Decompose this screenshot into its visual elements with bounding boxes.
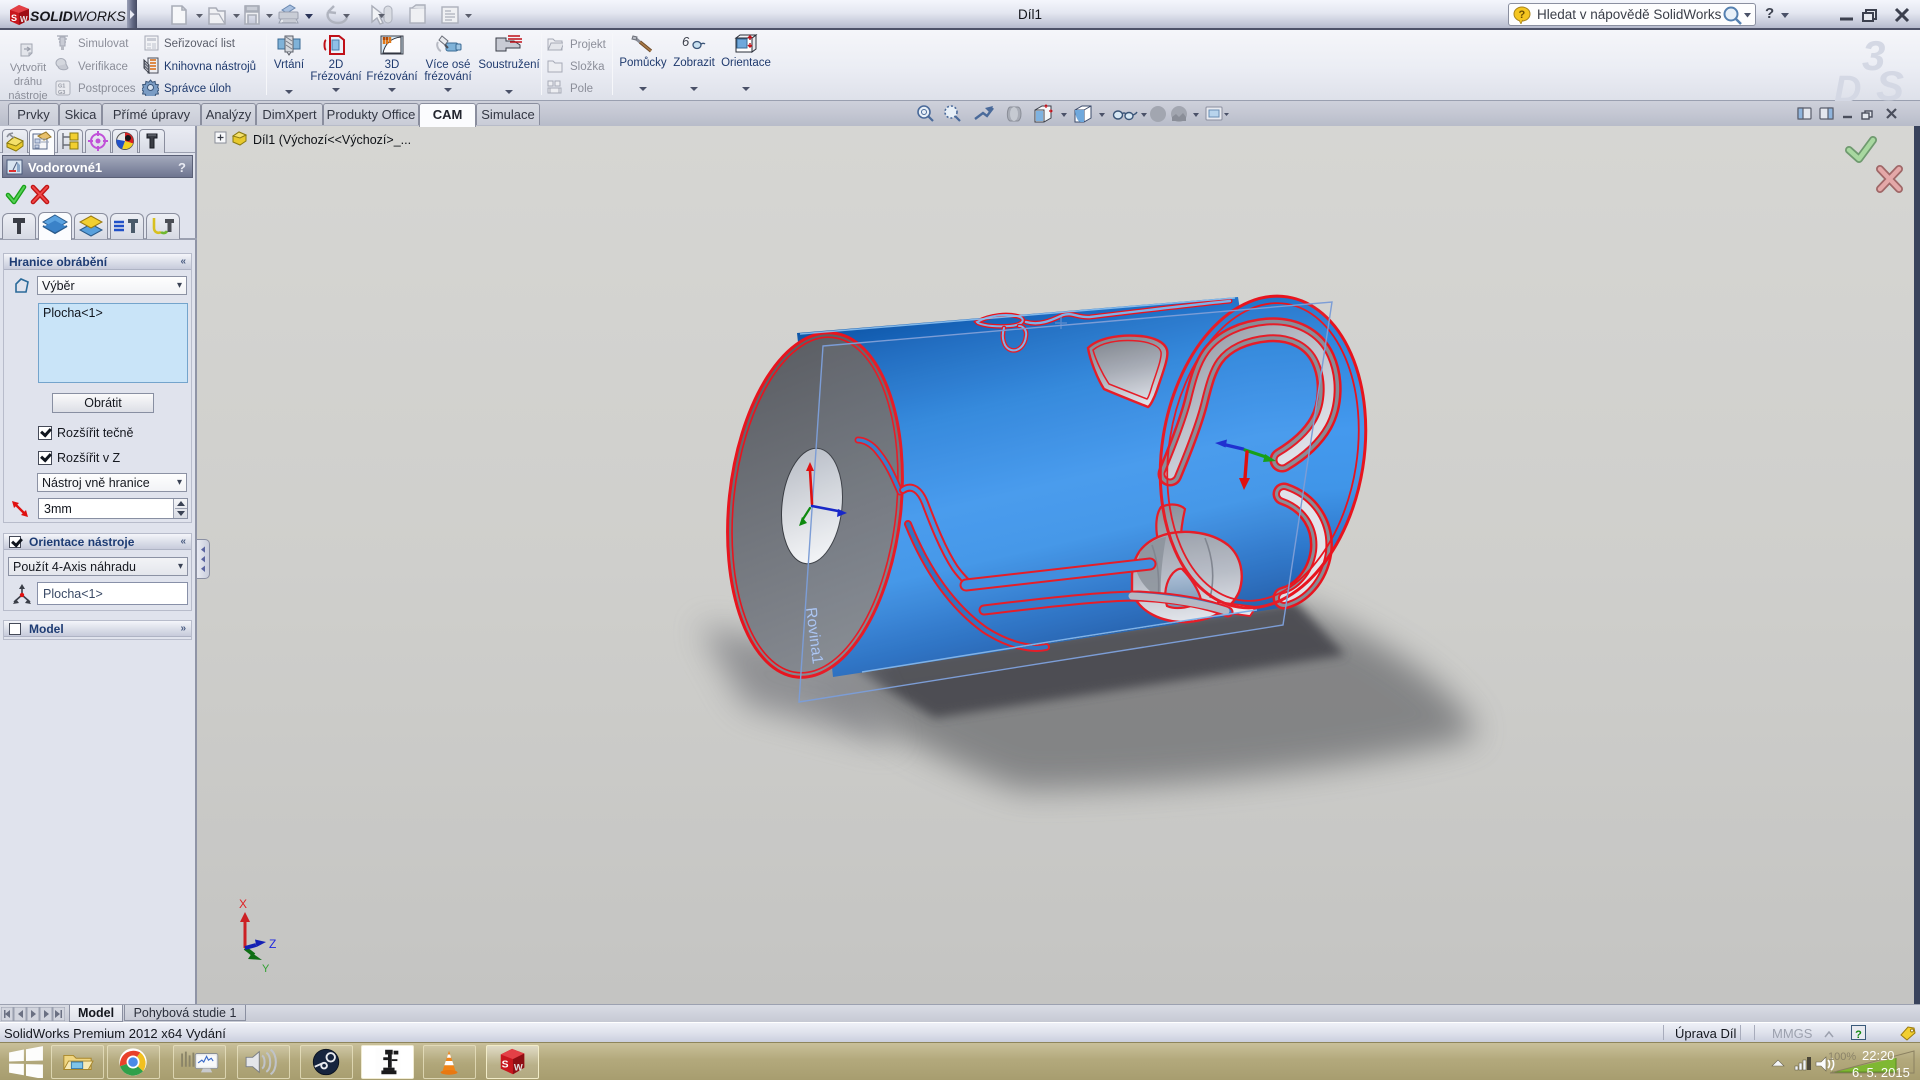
svg-text:W: W (20, 15, 28, 24)
svg-text:G1: G1 (58, 84, 65, 90)
svg-text:?: ? (1519, 9, 1526, 21)
svg-text:X: X (239, 897, 247, 911)
svg-text:D: D (1834, 69, 1861, 104)
svg-text:S: S (11, 13, 17, 23)
svg-text:100%: 100% (1828, 1051, 1856, 1063)
svg-text:G3: G3 (58, 90, 65, 96)
svg-text:Díl1 (Výchozí<<Výchozí>_...: Díl1 (Výchozí<<Výchozí>_... (253, 133, 411, 147)
svg-text:S: S (1876, 62, 1904, 104)
svg-text:6: 6 (682, 34, 690, 49)
svg-text:Y: Y (262, 963, 270, 975)
svg-text:W: W (514, 1061, 523, 1072)
svg-text:Z: Z (269, 937, 276, 951)
svg-text:S: S (502, 1060, 509, 1071)
